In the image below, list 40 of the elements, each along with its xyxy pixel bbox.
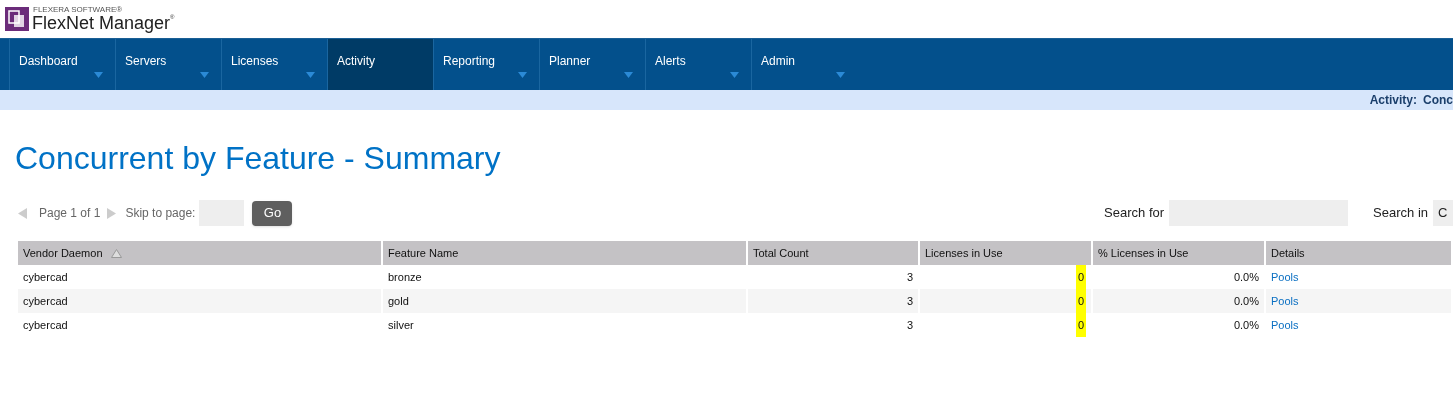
search-in-label: Search in	[1373, 204, 1428, 223]
table-cell-text: 0.0%	[1233, 269, 1259, 285]
skip-label: Skip to page:	[125, 205, 196, 222]
sort-ascending-icon	[110, 248, 122, 258]
breadcrumb-section: Activity:	[1369, 91, 1417, 109]
breadcrumb-page: Conc	[1423, 92, 1453, 109]
search-in-field[interactable]: C	[1433, 200, 1453, 226]
table-cell-text: gold	[388, 293, 409, 309]
table-cell-text: cybercad	[23, 293, 68, 309]
table-cell-text: bronze	[388, 269, 422, 285]
column-header[interactable]: Details	[1266, 241, 1453, 265]
table-cell-text: 0.0%	[1233, 293, 1259, 309]
pools-link[interactable]: Pools	[1271, 292, 1299, 310]
page-indicator: Page 1 of 1	[39, 205, 101, 222]
column-header[interactable]: Licenses in Use	[920, 241, 1093, 265]
table-cell: 0	[1075, 265, 1086, 289]
table-cell: 0	[1075, 313, 1086, 337]
table-cell: 0	[1075, 289, 1086, 313]
table-cell-text: 3	[906, 317, 913, 333]
product-name: FlexNet Manager	[32, 14, 171, 32]
company-name: FLEXERA SOFTWARE®	[32, 6, 124, 14]
column-header[interactable]: Vendor Daemon	[18, 241, 383, 265]
nav-tab[interactable]: Activity	[327, 39, 433, 90]
column-header[interactable]: Total Count	[748, 241, 920, 265]
table-cell-text: 0.0%	[1233, 317, 1259, 333]
column-header[interactable]: Feature Name	[383, 241, 748, 265]
pools-link[interactable]: Pools	[1271, 268, 1299, 286]
table-cell-text: cybercad	[23, 317, 68, 333]
pools-link[interactable]: Pools	[1271, 316, 1299, 334]
next-icon[interactable]	[107, 207, 117, 219]
table-cell-text: silver	[388, 317, 414, 333]
table-cell-text: 3	[906, 293, 913, 309]
table-cell-text: cybercad	[23, 269, 68, 285]
table-cell-text: 3	[906, 269, 913, 285]
column-header[interactable]: % Licenses in Use	[1093, 241, 1266, 265]
previous-icon[interactable]	[18, 207, 27, 219]
go-button[interactable]: Go	[252, 200, 293, 226]
search-for-label: Search for	[1104, 204, 1165, 223]
logo-icon	[5, 7, 29, 31]
page-title: Concurrent by Feature - Summary	[15, 139, 502, 178]
